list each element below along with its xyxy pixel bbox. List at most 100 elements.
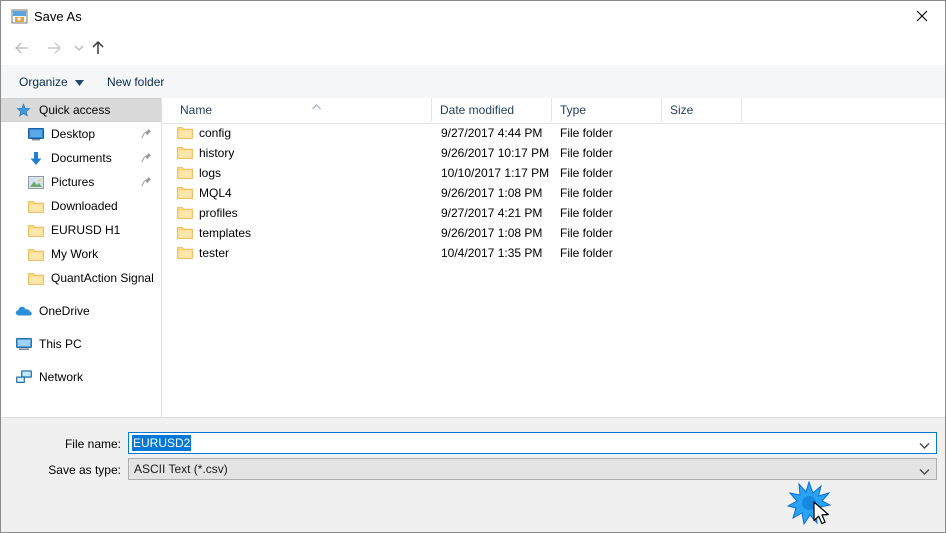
desktop-icon [27,126,44,143]
table-row[interactable]: templates 9/26/2017 1:08 PM File folder [162,224,945,244]
file-name-label: File name: [64,437,121,451]
file-type: File folder [560,126,613,140]
file-name: history [199,146,235,160]
folder-icon [177,226,193,240]
sidebar-item-network[interactable]: Network [1,365,161,389]
file-rows: config 9/27/2017 4:44 PM File folder his… [162,124,945,264]
file-name: profiles [199,206,238,220]
close-button[interactable] [899,1,945,31]
new-folder-label: New folder [107,74,165,89]
table-row[interactable]: MQL4 9/26/2017 1:08 PM File folder [162,184,945,204]
sidebar-item-pictures[interactable]: Pictures [1,170,161,194]
table-row[interactable]: history 9/26/2017 10:17 PM File folder [162,144,945,164]
file-name-value: EURUSD2 [132,435,192,451]
new-folder-button[interactable]: New folder [99,71,172,92]
column-header-label: Size [670,103,694,117]
command-bar: Organize New folder [1,65,945,155]
column-header-date-modified[interactable]: Date modified [432,98,552,122]
file-name-input[interactable]: EURUSD2 [128,432,937,454]
table-row[interactable]: logs 10/10/2017 1:17 PM File folder [162,164,945,184]
folder-icon [27,246,44,263]
forward-button[interactable] [41,35,67,61]
documents-icon [27,150,44,167]
folder-icon [177,186,193,200]
folder-icon [27,198,44,215]
sidebar-item-label: OneDrive [39,304,90,318]
file-list-pane[interactable]: Name Date modified Type Size config 9/27… [162,98,945,417]
file-name: MQL4 [199,186,232,200]
save-as-icon [11,8,28,25]
column-header-type[interactable]: Type [552,98,662,122]
sidebar-item-label: This PC [39,337,82,351]
sidebar-item-eurusd-h1[interactable]: EURUSD H1 [1,218,161,242]
sidebar-item-label: My Work [51,247,99,261]
chevron-down-icon [74,75,84,89]
navigation-bar: « Roaming › MetaQuotes › Terminal › 9155… [1,32,945,91]
folder-icon [27,270,44,287]
pin-icon [141,152,152,163]
sidebar-item-desktop[interactable]: Desktop [1,122,161,146]
table-row[interactable]: profiles 9/27/2017 4:21 PM File folder [162,204,945,224]
folder-icon [177,146,193,160]
table-row[interactable]: config 9/27/2017 4:44 PM File folder [162,124,945,144]
file-name: tester [199,246,230,260]
save-as-type-label: Save as type: [48,463,121,477]
folder-icon [177,246,193,260]
folder-icon [177,206,193,220]
file-type: File folder [560,226,613,240]
save-as-type-select[interactable]: ASCII Text (*.csv) [128,458,937,480]
title-bar: Save As [1,1,945,32]
file-date-modified: 10/4/2017 1:35 PM [441,246,543,260]
file-type: File folder [560,146,613,160]
up-button[interactable] [85,35,111,61]
column-header-size[interactable]: Size [662,98,742,122]
sidebar-item-label: Network [39,370,84,384]
organize-button[interactable]: Organize [11,71,92,92]
file-name: logs [199,166,222,180]
file-date-modified: 9/27/2017 4:21 PM [441,206,543,220]
sidebar-item-onedrive[interactable]: OneDrive [1,299,161,323]
pictures-icon [27,174,44,191]
sidebar-item-quantaction-signal[interactable]: QuantAction Signal [1,266,161,290]
column-header-label: Date modified [440,103,515,117]
organize-label: Organize [19,74,68,89]
column-header-label: Name [180,103,213,117]
star-icon [15,102,32,119]
pin-icon [141,176,152,187]
sidebar-item-label: EURUSD H1 [51,223,121,237]
table-row[interactable]: tester 10/4/2017 1:35 PM File folder [162,244,945,264]
chevron-down-icon [74,45,84,51]
sidebar-item-label: Documents [51,151,112,165]
folder-icon [27,222,44,239]
sidebar-item-label: Pictures [51,175,95,189]
file-date-modified: 9/27/2017 4:44 PM [441,126,543,140]
sidebar-item-quick-access[interactable]: Quick access [1,98,161,122]
close-icon [916,10,928,22]
column-header-label: Type [560,103,587,117]
file-name: templates [199,226,252,240]
back-button[interactable] [9,35,35,61]
pin-icon [141,128,152,139]
arrow-right-icon [48,42,61,54]
save-as-dialog: Save As Search 915566BA06ADA40756... Org… [0,0,946,533]
file-name: config [199,126,232,140]
column-header-row: Name Date modified Type Size [162,98,945,124]
chevron-down-icon[interactable] [919,465,930,475]
navigation-sidebar[interactable]: Quick access Desktop Documents Pictures … [1,98,161,417]
sort-ascending-icon [312,99,321,110]
window-title: Save As [34,9,82,24]
chevron-down-icon[interactable] [919,439,930,449]
sidebar-item-this-pc[interactable]: This PC [1,332,161,356]
arrow-up-icon [92,40,104,54]
column-header-name[interactable]: Name [172,98,432,122]
sidebar-item-downloaded[interactable]: Downloaded [1,194,161,218]
sidebar-item-label: Downloaded [51,199,118,213]
file-date-modified: 9/26/2017 1:08 PM [441,226,543,240]
file-type: File folder [560,206,613,220]
sidebar-item-my-work[interactable]: My Work [1,242,161,266]
file-type: File folder [560,246,613,260]
sidebar-item-documents[interactable]: Documents [1,146,161,170]
